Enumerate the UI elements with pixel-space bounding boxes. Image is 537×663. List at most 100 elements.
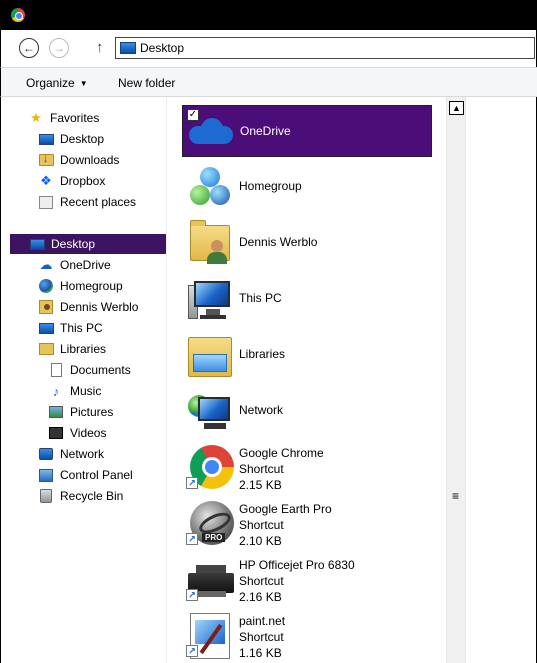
network-icon (38, 446, 54, 462)
nav-item-label: OneDrive (60, 258, 111, 272)
file-name: HP Officejet Pro 6830 (239, 558, 355, 572)
file-size: 2.16 KB (239, 590, 282, 604)
nav-item-label: Pictures (70, 405, 114, 419)
file-type: Shortcut (239, 518, 284, 532)
nav-item-label: Control Panel (60, 468, 133, 482)
nav-item-label: Network (60, 447, 105, 461)
nav-item-homegroup[interactable]: Homegroup (38, 276, 123, 296)
file-item-network[interactable]: Network (182, 385, 432, 437)
nav-item-label: Documents (70, 363, 131, 377)
nav-item-desktop[interactable]: Desktop (38, 129, 104, 149)
nav-item-label: Recycle Bin (60, 489, 124, 503)
nav-item-label: Recent places (60, 195, 137, 209)
document-icon (48, 362, 64, 378)
chrome-logo-icon (11, 8, 25, 22)
videos-icon (48, 425, 64, 441)
monitor-icon (38, 131, 54, 147)
file-details: HP Officejet Pro 6830 Shortcut 2.16 KB (239, 557, 355, 605)
vertical-scrollbar[interactable]: ▲ ≡ (446, 97, 466, 663)
libraries-icon (38, 341, 54, 357)
nav-item-music[interactable]: ♪ Music (48, 381, 102, 401)
nav-item-label: Favorites (50, 111, 100, 125)
organize-button[interactable]: Organize ▼ (26, 76, 88, 90)
file-type: Shortcut (239, 462, 284, 476)
new-folder-button[interactable]: New folder (118, 76, 175, 90)
organize-label: Organize (26, 76, 75, 90)
command-bar: Organize ▼ New folder (0, 67, 537, 97)
forward-button[interactable]: → (49, 38, 69, 58)
file-name: Google Chrome (239, 446, 324, 460)
scroll-up-button[interactable]: ▲ (449, 101, 464, 115)
back-button[interactable]: ← (19, 38, 39, 58)
this-pc-icon (120, 42, 136, 54)
file-item-this-pc[interactable]: This PC (182, 273, 432, 325)
user-folder-icon (38, 299, 54, 315)
nav-item-user[interactable]: Dennis Werblo (38, 297, 138, 317)
file-item-homegroup[interactable]: Homegroup (182, 161, 432, 213)
file-name: Libraries (239, 347, 286, 361)
nav-item-this-pc[interactable]: This PC (38, 318, 103, 338)
new-folder-label: New folder (118, 76, 176, 90)
file-item-user-folder[interactable]: Dennis Werblo (182, 217, 432, 269)
file-name: Network (239, 403, 284, 417)
shortcut-arrow-icon: ↗ (186, 477, 198, 489)
file-name: Dennis Werblo (239, 235, 318, 249)
libraries-icon (186, 331, 234, 379)
preview-pane (466, 97, 537, 663)
monitor-icon (29, 236, 45, 252)
nav-item-videos[interactable]: Videos (48, 423, 106, 443)
nav-item-label: Desktop (60, 132, 105, 146)
shortcut-arrow-icon: ↗ (186, 589, 198, 601)
nav-item-onedrive[interactable]: ☁ OneDrive (38, 255, 111, 275)
nav-item-libraries[interactable]: Libraries (38, 339, 106, 359)
scroll-grip-icon[interactable]: ≡ (452, 490, 459, 502)
onedrive-cloud-icon (187, 108, 235, 156)
up-button[interactable]: ↑ (96, 39, 104, 56)
file-list: ✓ OneDrive Homegroup Dennis Werblo This … (167, 97, 446, 663)
nav-item-control-panel[interactable]: Control Panel (38, 465, 133, 485)
nav-item-label: Dropbox (60, 174, 106, 188)
this-pc-icon (186, 275, 234, 323)
file-details: Google Earth Pro Shortcut 2.10 KB (239, 501, 332, 549)
star-icon: ★ (30, 110, 42, 125)
file-size: 2.10 KB (239, 534, 282, 548)
nav-item-pictures[interactable]: Pictures (48, 402, 113, 422)
arrow-left-icon: ← (23, 41, 35, 55)
nav-item-recycle-bin[interactable]: Recycle Bin (38, 486, 123, 506)
nav-item-recent-places[interactable]: Recent places (38, 192, 136, 212)
file-item-hp-officejet[interactable]: ↗ HP Officejet Pro 6830 Shortcut 2.16 KB (182, 553, 432, 605)
caret-down-icon: ▼ (79, 79, 88, 88)
file-name: OneDrive (240, 124, 291, 138)
homegroup-icon (38, 278, 54, 294)
nav-item-desktop-root[interactable]: Desktop (10, 234, 166, 254)
shortcut-arrow-icon: ↗ (186, 645, 198, 657)
nav-item-label: Music (70, 384, 102, 398)
nav-item-label: Dennis Werblo (60, 300, 139, 314)
address-bar: ← → ↑ Desktop (0, 30, 537, 67)
network-icon (186, 387, 234, 435)
nav-item-documents[interactable]: Documents (48, 360, 131, 380)
file-name: This PC (239, 291, 282, 305)
file-item-onedrive[interactable]: ✓ OneDrive (182, 105, 432, 157)
file-item-libraries[interactable]: Libraries (182, 329, 432, 381)
file-type: Shortcut (239, 630, 284, 644)
file-item-google-earth-pro[interactable]: PRO ↗ Google Earth Pro Shortcut 2.10 KB (182, 497, 432, 549)
nav-item-label: Downloads (60, 153, 120, 167)
file-item-google-chrome[interactable]: ↗ Google Chrome Shortcut 2.15 KB (182, 441, 432, 493)
file-details: paint.net Shortcut 1.16 KB (239, 613, 285, 661)
nav-item-favorites[interactable]: ★ Favorites (28, 108, 99, 128)
this-pc-icon (38, 320, 54, 336)
nav-item-dropbox[interactable]: ❖ Dropbox (38, 171, 105, 191)
address-field[interactable]: Desktop (115, 37, 535, 59)
nav-item-network[interactable]: Network (38, 444, 104, 464)
navigation-pane: ★ Favorites Desktop Downloads ❖ Dropbox … (0, 97, 167, 663)
file-details: Google Chrome Shortcut 2.15 KB (239, 445, 324, 493)
recent-places-icon (38, 194, 54, 210)
nav-item-downloads[interactable]: Downloads (38, 150, 119, 170)
address-path: Desktop (140, 41, 185, 55)
title-bar (0, 0, 537, 30)
file-name: paint.net (239, 614, 286, 628)
nav-item-label: This PC (60, 321, 103, 335)
nav-item-label: Homegroup (60, 279, 123, 293)
file-item-paint-net[interactable]: ↗ paint.net Shortcut 1.16 KB (182, 609, 432, 661)
